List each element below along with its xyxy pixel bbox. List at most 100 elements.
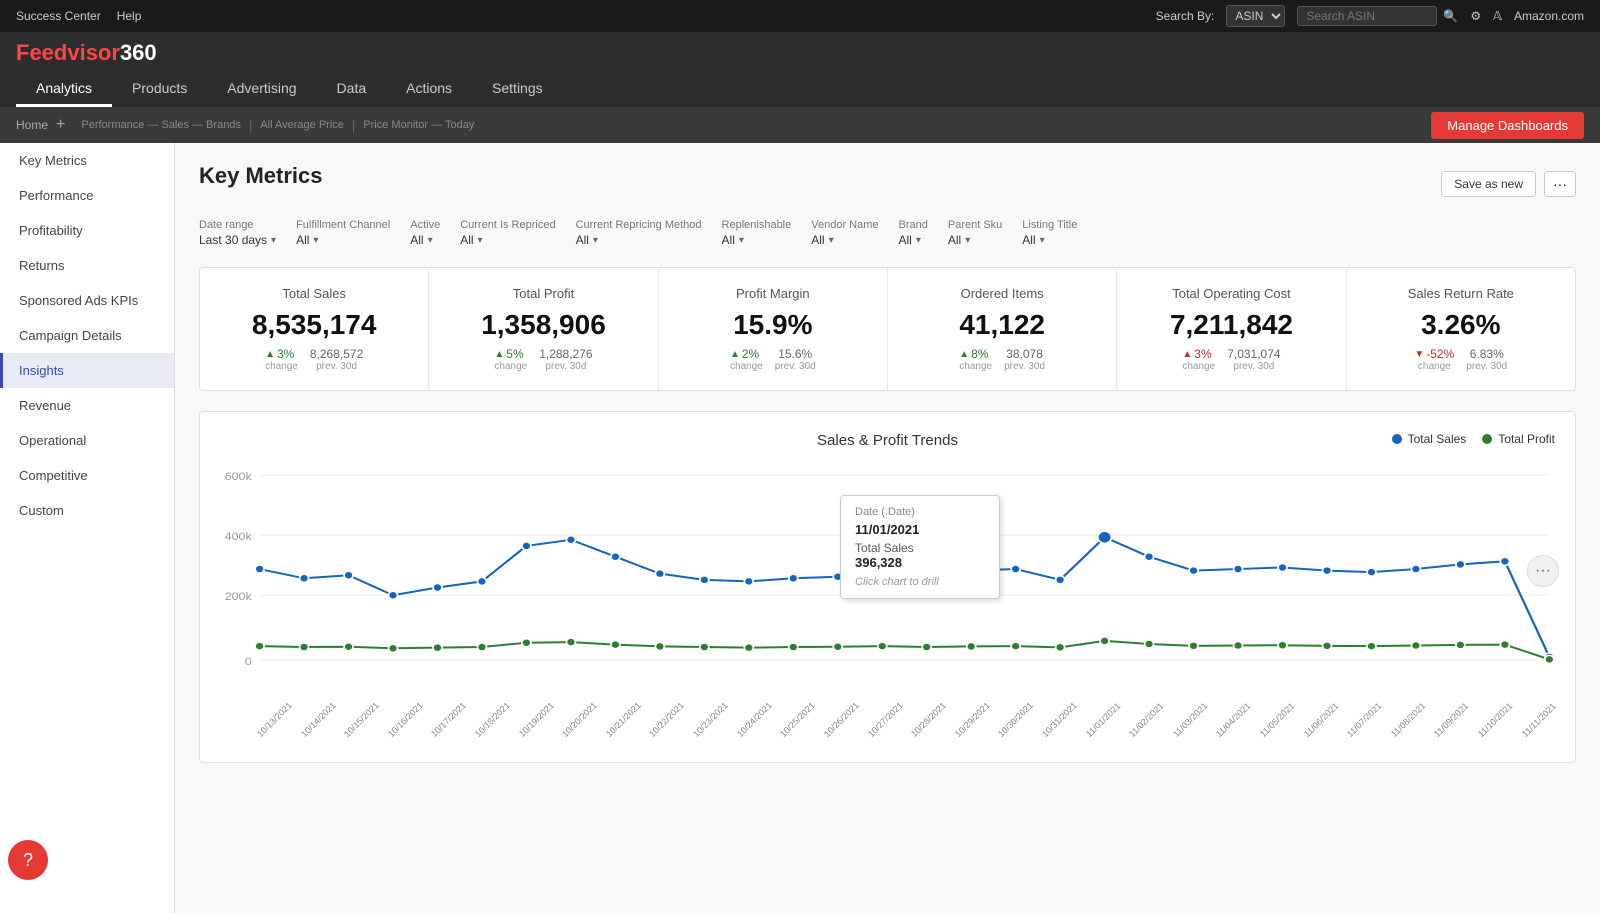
metric-sales-return-rate-change: ▼ -52% bbox=[1414, 347, 1454, 361]
settings-icon[interactable]: ⚙ bbox=[1470, 9, 1481, 23]
x-label: 11/06/2021 bbox=[1302, 732, 1309, 739]
x-label: 10/14/2021 bbox=[299, 732, 306, 739]
metric-total-sales-title: Total Sales bbox=[220, 286, 408, 301]
filter-listing-title: Listing Title All ▾ bbox=[1022, 219, 1077, 247]
x-label: 10/25/2021 bbox=[778, 732, 785, 739]
filter-date-range-label: Date range bbox=[199, 219, 276, 231]
header: Feedvisor360 Analytics Products Advertis… bbox=[0, 32, 1600, 107]
breadcrumb-item-3[interactable]: Price Monitor — Today bbox=[363, 119, 474, 131]
sidebar-item-campaign-details[interactable]: Campaign Details bbox=[0, 318, 174, 353]
chat-bubble[interactable]: ? bbox=[8, 840, 48, 880]
search-by-label: Search By: bbox=[1156, 9, 1215, 23]
filter-brand-select[interactable]: All ▾ bbox=[899, 233, 928, 247]
metric-total-sales-change-label: change bbox=[265, 361, 298, 372]
filter-active-select[interactable]: All ▾ bbox=[410, 233, 440, 247]
arrow-up-icon: ▲ bbox=[265, 349, 275, 360]
metric-profit-margin-value: 15.9% bbox=[679, 309, 867, 341]
svg-text:400k: 400k bbox=[225, 531, 252, 543]
nav-item-analytics[interactable]: Analytics bbox=[16, 72, 112, 107]
chart-area[interactable]: Date (.Date) 11/01/2021 Total Sales 396,… bbox=[220, 465, 1555, 728]
x-label: 10/31/2021 bbox=[1040, 732, 1047, 739]
chevron-down-icon-5: ▾ bbox=[593, 235, 598, 246]
filter-parent-sku-select[interactable]: All ▾ bbox=[948, 233, 1002, 247]
success-center-link[interactable]: Success Center bbox=[16, 9, 101, 23]
search-type-select[interactable]: ASIN bbox=[1226, 5, 1285, 27]
x-label: 11/01/2021 bbox=[1084, 732, 1091, 739]
legend-dot-sales bbox=[1392, 434, 1402, 444]
tooltip-sales-label: Total Sales bbox=[855, 541, 985, 555]
filter-listing-title-select[interactable]: All ▾ bbox=[1022, 233, 1077, 247]
filter-active-label: Active bbox=[410, 219, 440, 231]
more-options-button[interactable]: ··· bbox=[1544, 171, 1576, 197]
filter-repriced: Current Is Repriced All ▾ bbox=[460, 219, 555, 247]
metric-ordered-items-title: Ordered Items bbox=[908, 286, 1096, 301]
sidebar-item-insights[interactable]: Insights bbox=[0, 353, 174, 388]
sidebar-item-key-metrics[interactable]: Key Metrics bbox=[0, 143, 174, 178]
sidebar-item-performance[interactable]: Performance bbox=[0, 178, 174, 213]
arrow-up-icon-2: ▲ bbox=[494, 349, 504, 360]
filter-repricing-method-select[interactable]: All ▾ bbox=[576, 233, 702, 247]
chevron-down-icon-9: ▾ bbox=[965, 235, 970, 246]
metric-total-profit-title: Total Profit bbox=[449, 286, 637, 301]
x-label: 10/30/2021 bbox=[996, 732, 1003, 739]
nav-item-advertising[interactable]: Advertising bbox=[207, 72, 316, 107]
manage-dashboards-button[interactable]: Manage Dashboards bbox=[1431, 112, 1584, 139]
chart-container: ··· Sales & Profit Trends Total Sales To… bbox=[199, 411, 1576, 763]
x-label: 11/07/2021 bbox=[1345, 732, 1352, 739]
page-header-actions: Save as new ··· bbox=[1441, 171, 1576, 197]
legend-label-sales: Total Sales bbox=[1408, 432, 1467, 446]
metric-sales-return-rate-change-row: ▼ -52% change 6.83% prev. 30d bbox=[1367, 347, 1555, 372]
arrow-down-icon: ▼ bbox=[1414, 349, 1424, 360]
metric-total-profit-change-row: ▲ 5% change 1,288,276 prev. 30d bbox=[449, 347, 637, 372]
x-label: 11/02/2021 bbox=[1127, 732, 1134, 739]
save-as-new-button[interactable]: Save as new bbox=[1441, 171, 1536, 197]
metrics-row: Total Sales 8,535,174 ▲ 3% change 8,268,… bbox=[199, 267, 1576, 391]
main-layout: Key Metrics Performance Profitability Re… bbox=[0, 143, 1600, 913]
filter-brand-label: Brand bbox=[899, 219, 928, 231]
logo-360: 360 bbox=[120, 40, 157, 65]
filter-date-range-select[interactable]: Last 30 days ▾ bbox=[199, 233, 276, 247]
nav-item-actions[interactable]: Actions bbox=[386, 72, 472, 107]
search-input[interactable] bbox=[1297, 6, 1437, 26]
filter-fulfillment-select[interactable]: All ▾ bbox=[296, 233, 390, 247]
metric-ordered-items: Ordered Items 41,122 ▲ 8% change 38,078 … bbox=[888, 268, 1117, 390]
arrow-up-icon-5: ▲ bbox=[1182, 349, 1192, 360]
x-label: 10/18/2021 bbox=[473, 732, 480, 739]
filter-replenishable-select[interactable]: All ▾ bbox=[722, 233, 792, 247]
sidebar-item-competitive[interactable]: Competitive bbox=[0, 458, 174, 493]
sidebar-item-profitability[interactable]: Profitability bbox=[0, 213, 174, 248]
chevron-down-icon-8: ▾ bbox=[916, 235, 921, 246]
breadcrumb-add-icon[interactable]: + bbox=[56, 116, 65, 134]
filter-fulfillment-label: Fulfillment Channel bbox=[296, 219, 390, 231]
sidebar-item-sponsored-ads[interactable]: Sponsored Ads KPIs bbox=[0, 283, 174, 318]
tooltip-date-value: 11/01/2021 bbox=[855, 522, 985, 537]
chevron-down-icon-6: ▾ bbox=[739, 235, 744, 246]
chart-more-options-button[interactable]: ··· bbox=[1527, 555, 1559, 587]
breadcrumb-home[interactable]: Home bbox=[16, 118, 48, 132]
nav-item-products[interactable]: Products bbox=[112, 72, 207, 107]
metric-ordered-items-prev: 38,078 prev. 30d bbox=[1004, 347, 1045, 372]
sidebar-item-returns[interactable]: Returns bbox=[0, 248, 174, 283]
sidebar-item-operational[interactable]: Operational bbox=[0, 423, 174, 458]
search-bar: 🔍 bbox=[1297, 6, 1458, 26]
nav-item-settings[interactable]: Settings bbox=[472, 72, 563, 107]
filter-repriced-select[interactable]: All ▾ bbox=[460, 233, 555, 247]
page-title: Key Metrics bbox=[199, 163, 323, 189]
search-icon[interactable]: 🔍 bbox=[1443, 9, 1458, 23]
metric-total-profit-prev: 1,288,276 prev. 30d bbox=[539, 347, 592, 372]
filter-repricing-method: Current Repricing Method All ▾ bbox=[576, 219, 702, 247]
amazon-account[interactable]: Amazon.com bbox=[1514, 9, 1584, 23]
sidebar-item-custom[interactable]: Custom bbox=[0, 493, 174, 528]
sidebar-item-revenue[interactable]: Revenue bbox=[0, 388, 174, 423]
svg-text:600k: 600k bbox=[225, 471, 252, 483]
page-header: Key Metrics Save as new ··· bbox=[199, 163, 1576, 205]
nav-item-data[interactable]: Data bbox=[317, 72, 387, 107]
filter-vendor-select[interactable]: All ▾ bbox=[811, 233, 878, 247]
chart-tooltip: Date (.Date) 11/01/2021 Total Sales 396,… bbox=[840, 495, 1000, 599]
help-link[interactable]: Help bbox=[117, 9, 142, 23]
breadcrumb-item-2[interactable]: All Average Price bbox=[260, 119, 344, 131]
content-area: Key Metrics Save as new ··· Date range L… bbox=[175, 143, 1600, 913]
x-label: 11/03/2021 bbox=[1171, 732, 1178, 739]
metric-total-sales-change: ▲ 3% bbox=[265, 347, 298, 361]
breadcrumb-item-1[interactable]: Performance — Sales — Brands bbox=[81, 119, 241, 131]
